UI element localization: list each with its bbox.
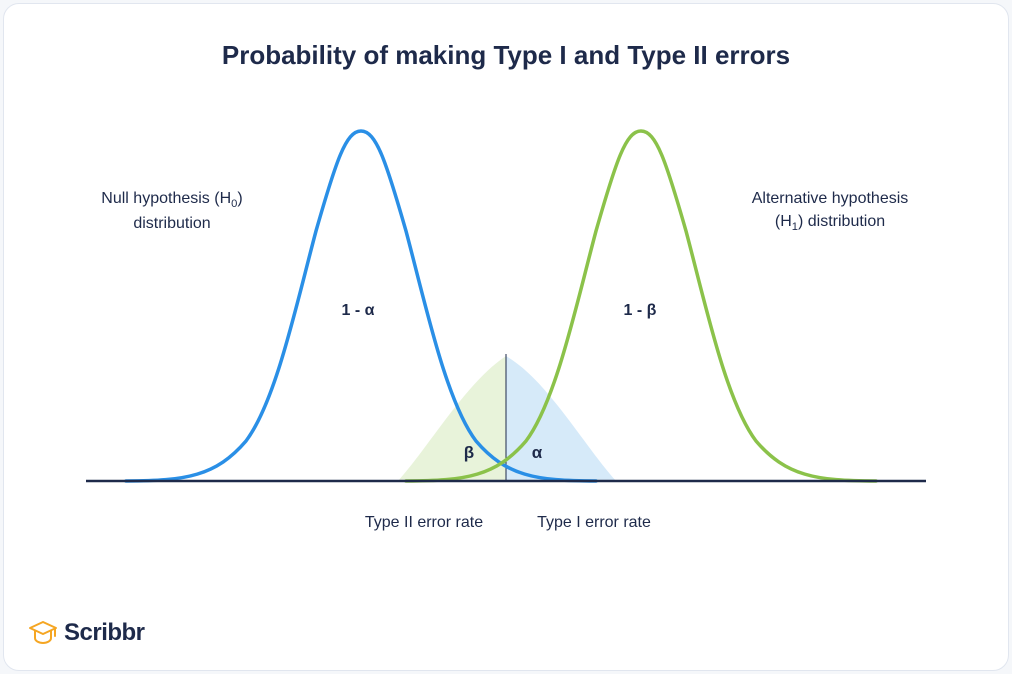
one-minus-alpha-label: 1 - α	[328, 299, 388, 322]
diagram-card: Probability of making Type I and Type II…	[3, 3, 1009, 671]
type1-error-label: Type I error rate	[514, 511, 674, 534]
null-hypothesis-label: Null hypothesis (H0) distribution	[82, 187, 262, 236]
alpha-symbol: α	[522, 441, 552, 466]
brand-name: Scribbr	[64, 619, 145, 647]
diagram-title: Probability of making Type I and Type II…	[44, 40, 968, 71]
beta-region	[398, 356, 506, 481]
type2-error-label: Type II error rate	[344, 511, 504, 534]
plot-area: Null hypothesis (H0) distribution Altern…	[44, 81, 968, 571]
brand-logo: Scribbr	[28, 618, 145, 648]
beta-symbol: β	[454, 441, 484, 466]
error-distributions-svg	[44, 81, 968, 571]
alt-hypothesis-label: Alternative hypothesis (H1) distribution	[730, 187, 930, 236]
one-minus-beta-label: 1 - β	[610, 299, 670, 322]
graduation-cap-icon	[28, 618, 58, 648]
